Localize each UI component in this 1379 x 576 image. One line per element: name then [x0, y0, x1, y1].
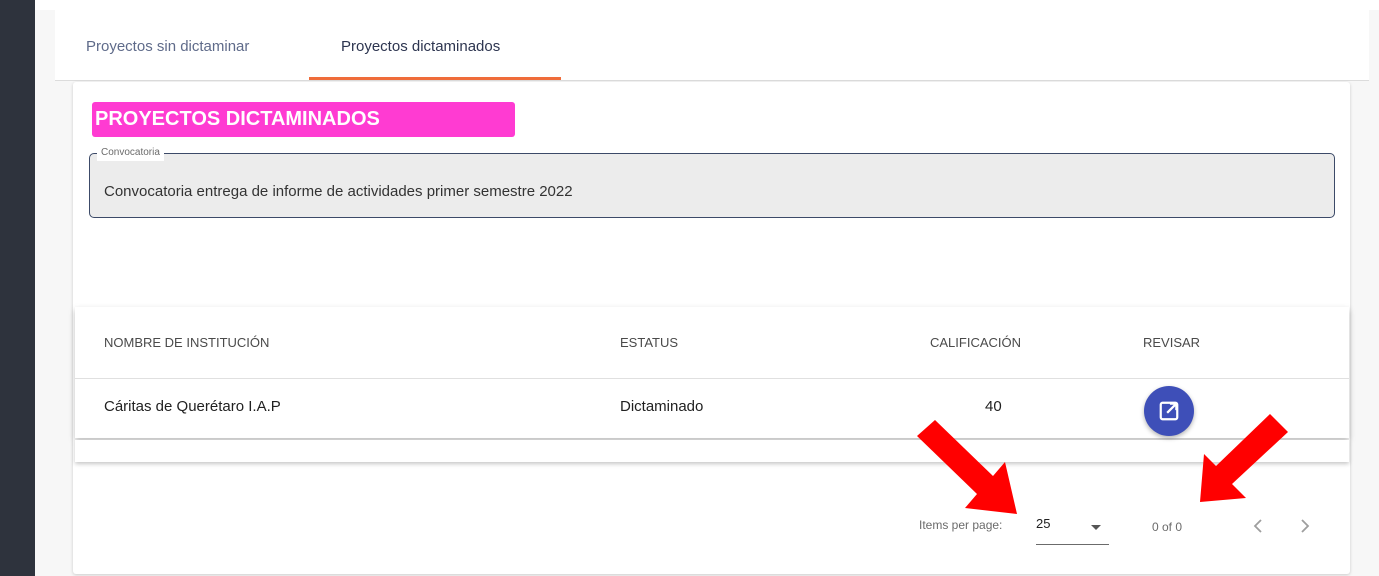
cell-estatus: Dictaminado: [620, 398, 704, 415]
column-header-calificacion[interactable]: CALIFICACIÓN: [930, 335, 1021, 350]
revisar-button[interactable]: [1144, 386, 1194, 436]
page-size-select[interactable]: 25: [1036, 516, 1109, 545]
open-in-new-icon: [1159, 401, 1179, 421]
column-header-estatus[interactable]: ESTATUS: [620, 335, 678, 350]
section-title: PROYECTOS DICTAMINADOS: [92, 102, 515, 137]
header-divider: [75, 378, 1349, 379]
column-header-institucion[interactable]: NOMBRE DE INSTITUCIÓN: [104, 335, 269, 350]
active-tab-indicator: [309, 77, 561, 80]
tab-proyectos-dictaminados[interactable]: Proyectos dictaminados: [341, 38, 500, 55]
items-per-page-label: Items per page:: [919, 518, 1003, 532]
cell-institucion: Cáritas de Querétaro I.A.P: [104, 398, 281, 415]
column-header-revisar: REVISAR: [1143, 335, 1201, 350]
tab-bar: Proyectos sin dictaminar Proyectos dicta…: [55, 10, 1369, 81]
tab-proyectos-sin-dictaminar[interactable]: Proyectos sin dictaminar: [86, 38, 249, 55]
annotation-arrow-range: [1200, 414, 1288, 502]
next-page-button[interactable]: [1293, 514, 1317, 538]
chevron-right-icon: [1301, 519, 1310, 533]
convocatoria-label: Convocatoria: [97, 145, 164, 161]
sidebar: [0, 0, 35, 576]
page-range-label: 0 of 0: [1152, 520, 1183, 534]
cell-calificacion: 40: [985, 398, 1002, 415]
annotation-arrow-page-size: [917, 420, 1017, 514]
chevron-down-icon: [1091, 525, 1101, 530]
page-size-value: 25: [1036, 516, 1051, 531]
previous-page-button[interactable]: [1246, 514, 1270, 538]
chevron-left-icon: [1253, 519, 1262, 533]
convocatoria-value: Convocatoria entrega de informe de activ…: [104, 183, 573, 200]
table-footer: [75, 440, 1349, 462]
